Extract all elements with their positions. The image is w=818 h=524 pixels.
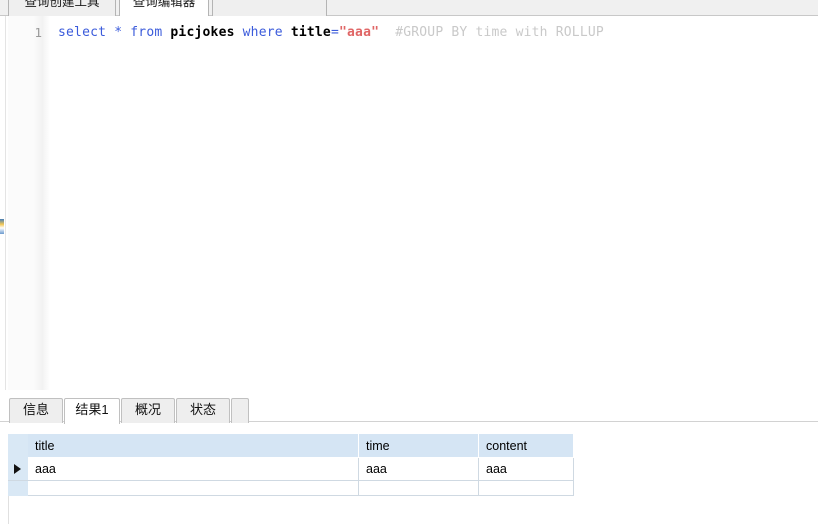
clipped-edge-icon [0,219,4,234]
tab-info[interactable]: 信息 [9,398,63,423]
current-row-indicator-icon [8,458,28,481]
grid-left-rail [8,496,9,524]
tab-query-editor[interactable]: 查询编辑器 [119,0,209,16]
sql-token-string: "aaa" [339,25,380,40]
result-grid[interactable]: title time content aaa aaa aaa [8,434,818,524]
grid-column-header-time[interactable]: time [359,434,479,458]
grid-blank-row-title [28,481,359,496]
line-number-gutter: 1 [8,16,50,390]
tab-result1[interactable]: 结果1 [64,398,120,424]
tab-query-builder[interactable]: 查询创建工具 [8,0,116,16]
grid-blank-row-time [359,481,479,496]
grid-cell-time[interactable]: aaa [359,458,479,481]
grid-column-header-title[interactable]: title [28,434,359,458]
sql-token-space-6 [379,25,395,40]
sql-token-from: from [130,25,163,40]
tab-result-extra[interactable] [231,398,249,423]
tab-extra-empty[interactable] [212,0,327,16]
tab-status[interactable]: 状态 [176,398,230,423]
sql-token-space-4 [235,25,243,40]
sql-token-equals: = [330,25,339,40]
sql-token-space-1 [106,25,114,40]
grid-column-header-content[interactable]: content [479,434,574,458]
tab-profile[interactable]: 概况 [121,398,175,423]
grid-cell-content[interactable]: aaa [479,458,574,481]
sql-token-where: where [242,25,283,40]
editor-left-rail [5,16,6,390]
sql-token-select: select [58,25,107,40]
grid-cell-title[interactable]: aaa [28,458,359,481]
sql-editor-pane[interactable]: 1 select * from picjokes where title="aa… [8,16,818,390]
sql-token-column: title [290,25,331,40]
sql-token-comment: #GROUP BY time with ROLLUP [395,25,604,40]
editor-tab-bar: 查询创建工具 查询编辑器 [0,0,818,16]
sql-token-table: picjokes [170,25,235,40]
result-tab-bar: 信息 结果1 概况 状态 [0,396,818,424]
sql-code-line[interactable]: select * from picjokes where title="aaa"… [58,25,604,40]
grid-blank-row-content [479,481,574,496]
grid-row-gutter-blank[interactable] [8,481,28,496]
sql-token-space-5 [283,25,291,40]
line-number: 1 [34,25,42,40]
